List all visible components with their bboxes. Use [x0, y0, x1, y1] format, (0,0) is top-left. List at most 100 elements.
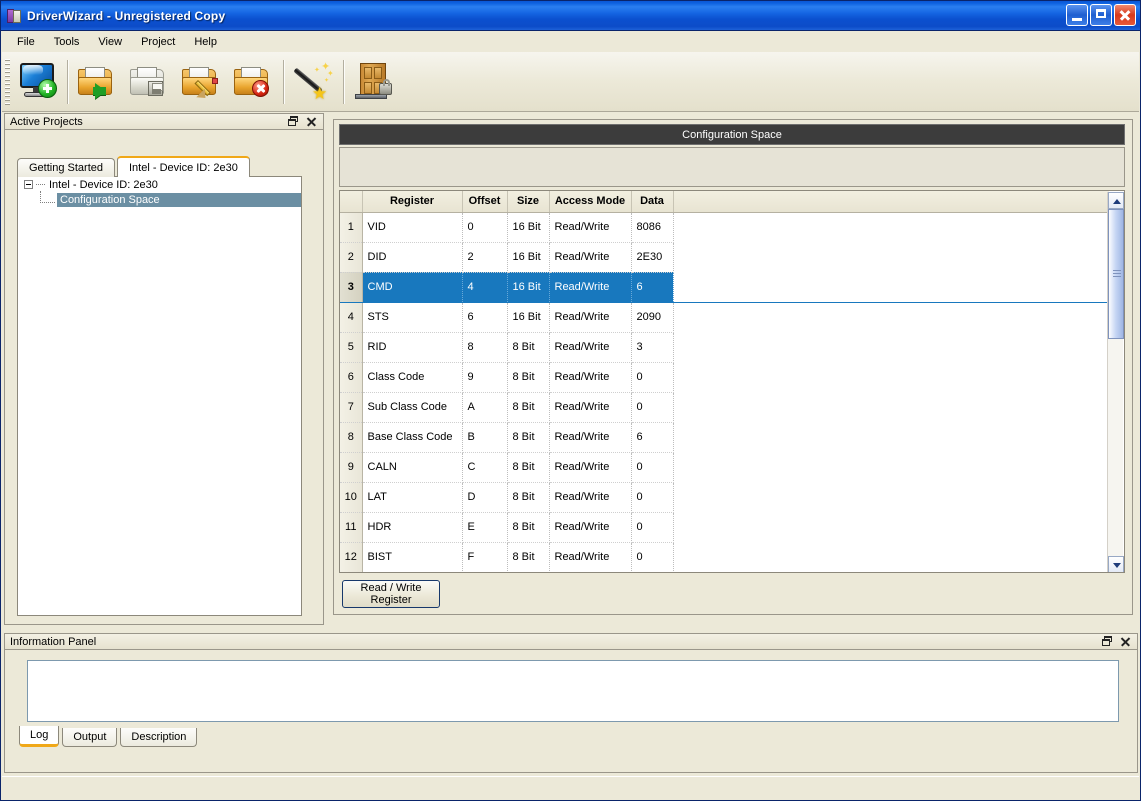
- cell-register[interactable]: BIST: [362, 542, 463, 572]
- cell-access-mode[interactable]: Read/Write: [549, 362, 632, 393]
- cell-size[interactable]: 16 Bit: [507, 212, 550, 243]
- tab-output[interactable]: Output: [62, 728, 118, 747]
- scroll-up-arrow-icon[interactable]: [1108, 192, 1124, 209]
- open-project-button[interactable]: [72, 56, 124, 108]
- menu-item-project[interactable]: Project: [133, 34, 184, 50]
- grid-vertical-scrollbar[interactable]: [1107, 192, 1124, 572]
- cell-access-mode[interactable]: Read/Write: [549, 212, 632, 243]
- cell-size[interactable]: 8 Bit: [507, 332, 550, 363]
- cell-offset[interactable]: A: [462, 392, 508, 423]
- row-number[interactable]: 10: [340, 482, 363, 513]
- cell-access-mode[interactable]: Read/Write: [549, 242, 632, 273]
- table-row[interactable]: 7 Sub Class Code A 8 Bit Read/Write 0: [340, 392, 1109, 423]
- row-number[interactable]: 11: [340, 512, 363, 543]
- wizard-button[interactable]: ★ ✦ ✦ ✦ ✦: [288, 56, 340, 108]
- table-row[interactable]: 9 CALN C 8 Bit Read/Write 0: [340, 452, 1109, 483]
- cell-access-mode[interactable]: Read/Write: [549, 512, 632, 543]
- driver-access-button[interactable]: [348, 56, 400, 108]
- column-header-data[interactable]: Data: [631, 191, 674, 213]
- close-icon[interactable]: [306, 116, 317, 127]
- cell-register[interactable]: CMD: [362, 272, 463, 303]
- close-icon[interactable]: [1120, 636, 1131, 647]
- cell-data[interactable]: 0: [631, 482, 674, 513]
- cell-register[interactable]: RID: [362, 332, 463, 363]
- table-row[interactable]: 11 HDR E 8 Bit Read/Write 0: [340, 512, 1109, 543]
- cell-access-mode[interactable]: Read/Write: [549, 332, 632, 363]
- cell-data[interactable]: 2E30: [631, 242, 674, 273]
- row-number[interactable]: 4: [340, 302, 363, 333]
- menu-item-file[interactable]: File: [9, 34, 44, 50]
- delete-project-button[interactable]: [228, 56, 280, 108]
- tree-expander-icon[interactable]: [24, 180, 33, 189]
- menu-item-help[interactable]: Help: [186, 34, 226, 50]
- cell-size[interactable]: 8 Bit: [507, 362, 550, 393]
- tab-log[interactable]: Log: [19, 726, 60, 747]
- cell-access-mode[interactable]: Read/Write: [549, 392, 632, 423]
- cell-offset[interactable]: 4: [462, 272, 508, 303]
- cell-access-mode[interactable]: Read/Write: [549, 422, 632, 453]
- cell-access-mode[interactable]: Read/Write: [549, 272, 632, 303]
- column-header-register[interactable]: Register: [362, 191, 463, 213]
- toolbar-grip[interactable]: [5, 58, 10, 105]
- restore-icon[interactable]: [1102, 636, 1113, 647]
- save-project-button[interactable]: [124, 56, 176, 108]
- cell-register[interactable]: Sub Class Code: [362, 392, 463, 423]
- cell-data[interactable]: 3: [631, 332, 674, 363]
- cell-register[interactable]: Base Class Code: [362, 422, 463, 453]
- cell-offset[interactable]: 2: [462, 242, 508, 273]
- new-project-button[interactable]: [12, 56, 64, 108]
- cell-size[interactable]: 16 Bit: [507, 302, 550, 333]
- tab-description[interactable]: Description: [120, 728, 198, 747]
- cell-offset[interactable]: D: [462, 482, 508, 513]
- column-header-offset[interactable]: Offset: [462, 191, 508, 213]
- table-row[interactable]: 10 LAT D 8 Bit Read/Write 0: [340, 482, 1109, 513]
- tab-getting-started[interactable]: Getting Started: [17, 158, 115, 177]
- column-header-rownum[interactable]: [340, 191, 363, 213]
- cell-data[interactable]: 6: [631, 422, 674, 453]
- table-row[interactable]: 3 CMD 4 16 Bit Read/Write 6: [340, 272, 1109, 303]
- tree-item-configuration-space[interactable]: Configuration Space: [18, 191, 301, 207]
- cell-offset[interactable]: E: [462, 512, 508, 543]
- minimize-button[interactable]: [1066, 4, 1088, 26]
- cell-offset[interactable]: 6: [462, 302, 508, 333]
- row-number[interactable]: 8: [340, 422, 363, 453]
- table-row[interactable]: 6 Class Code 9 8 Bit Read/Write 0: [340, 362, 1109, 393]
- cell-size[interactable]: 8 Bit: [507, 482, 550, 513]
- tab-intel-device-2e30[interactable]: Intel - Device ID: 2e30: [117, 156, 250, 177]
- cell-register[interactable]: STS: [362, 302, 463, 333]
- cell-data[interactable]: 0: [631, 392, 674, 423]
- cell-data[interactable]: 2090: [631, 302, 674, 333]
- cell-offset[interactable]: 8: [462, 332, 508, 363]
- row-number[interactable]: 9: [340, 452, 363, 483]
- cell-offset[interactable]: B: [462, 422, 508, 453]
- cell-size[interactable]: 16 Bit: [507, 242, 550, 273]
- menu-item-view[interactable]: View: [90, 34, 131, 50]
- row-number[interactable]: 12: [340, 542, 363, 572]
- scroll-down-arrow-icon[interactable]: [1108, 556, 1124, 572]
- cell-size[interactable]: 8 Bit: [507, 512, 550, 543]
- row-number[interactable]: 3: [340, 272, 363, 303]
- cell-access-mode[interactable]: Read/Write: [549, 452, 632, 483]
- cell-data[interactable]: 6: [631, 272, 674, 303]
- cell-offset[interactable]: F: [462, 542, 508, 572]
- log-text-area[interactable]: [27, 660, 1119, 722]
- cell-register[interactable]: VID: [362, 212, 463, 243]
- row-number[interactable]: 6: [340, 362, 363, 393]
- table-row[interactable]: 2 DID 2 16 Bit Read/Write 2E30: [340, 242, 1109, 273]
- column-header-access-mode[interactable]: Access Mode: [549, 191, 632, 213]
- cell-access-mode[interactable]: Read/Write: [549, 302, 632, 333]
- maximize-button[interactable]: [1090, 4, 1112, 26]
- row-number[interactable]: 1: [340, 212, 363, 243]
- scrollbar-thumb[interactable]: [1108, 209, 1124, 339]
- cell-register[interactable]: Class Code: [362, 362, 463, 393]
- cell-data[interactable]: 8086: [631, 212, 674, 243]
- row-number[interactable]: 7: [340, 392, 363, 423]
- cell-data[interactable]: 0: [631, 362, 674, 393]
- read-write-register-button[interactable]: Read / Write Register: [342, 580, 440, 608]
- cell-access-mode[interactable]: Read/Write: [549, 542, 632, 572]
- cell-size[interactable]: 16 Bit: [507, 272, 550, 303]
- menu-item-tools[interactable]: Tools: [46, 34, 89, 50]
- cell-data[interactable]: 0: [631, 542, 674, 572]
- cell-offset[interactable]: 9: [462, 362, 508, 393]
- cell-access-mode[interactable]: Read/Write: [549, 482, 632, 513]
